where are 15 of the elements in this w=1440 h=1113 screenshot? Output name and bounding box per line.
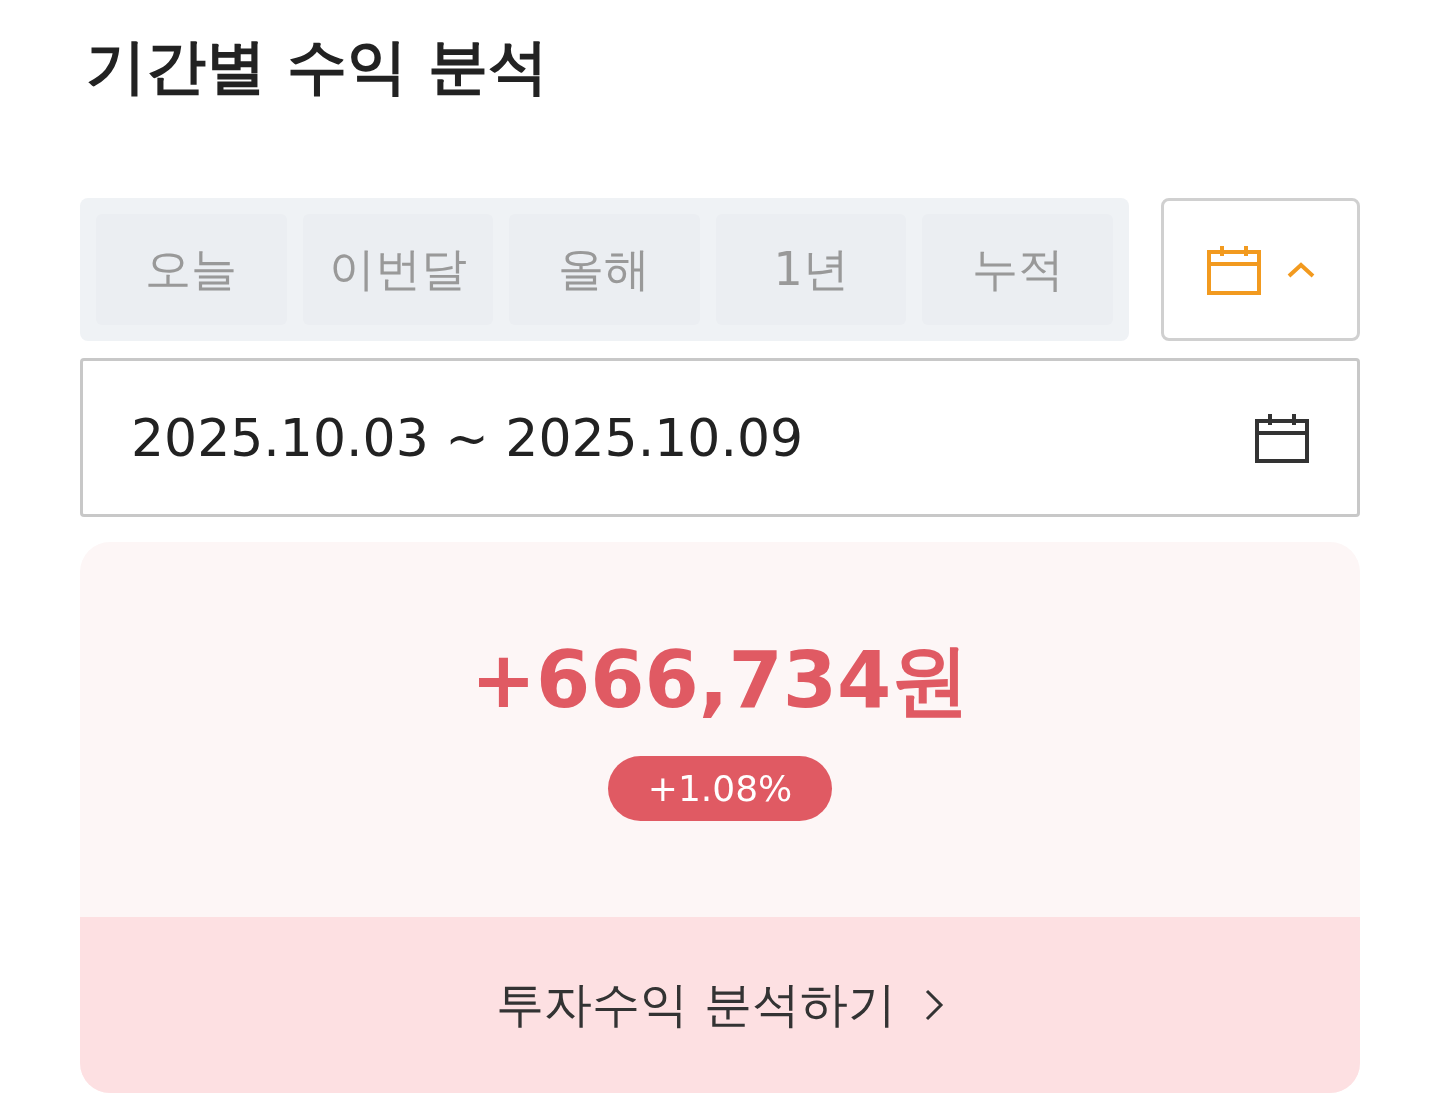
calendar-icon xyxy=(1205,243,1262,296)
period-tab[interactable]: 오늘 xyxy=(96,214,287,325)
caret-up-icon xyxy=(1285,260,1316,279)
chevron-right-icon xyxy=(923,988,944,1022)
return-rate-badge: +1.08% xyxy=(607,756,833,821)
page-title: 기간별 수익 분석 xyxy=(86,30,549,103)
profit-amount: +666,734원 xyxy=(470,634,970,727)
period-tab[interactable]: 누적 xyxy=(922,214,1113,325)
analyze-profit-button[interactable]: 투자수익 분석하기 xyxy=(80,917,1360,1093)
period-tab[interactable]: 1년 xyxy=(715,214,907,325)
calendar-toggle-button[interactable] xyxy=(1161,198,1360,341)
calendar-icon xyxy=(1255,411,1309,464)
date-range-field[interactable]: 2025.10.03 ~ 2025.10.09 xyxy=(80,358,1360,517)
period-tab[interactable]: 올해 xyxy=(509,214,700,325)
period-tab[interactable]: 이번달 xyxy=(302,214,494,325)
